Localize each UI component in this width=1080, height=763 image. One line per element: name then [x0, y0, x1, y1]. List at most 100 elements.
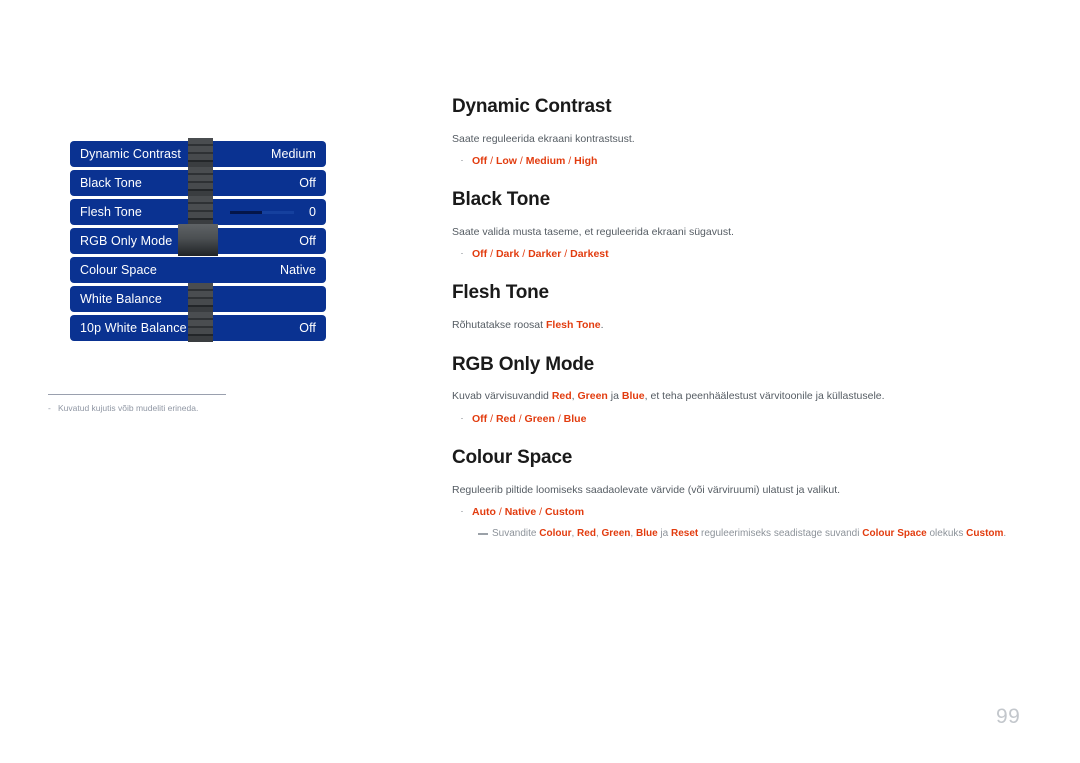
sub-note-plain: reguleerimiseks seadistage suvandi: [698, 528, 863, 539]
footnote-line: - Kuvatud kujutis võib mudeliti erineda.: [48, 403, 238, 413]
page-number: 99: [996, 705, 1021, 728]
option-separator: /: [565, 155, 575, 168]
section-description: Reguleerib piltide loomiseks saadaolevat…: [452, 483, 841, 496]
sub-note-plain: Suvandite: [492, 528, 540, 539]
osd-row-value: Off: [299, 321, 316, 335]
osd-knob-icon: [188, 283, 213, 313]
footnote-dash: -: [48, 403, 51, 413]
option-bullet: · Off / Red / Green / Blue: [452, 412, 1012, 426]
description-text: , et teha peenhäälestust värvitoonile ja…: [644, 390, 885, 403]
sub-note-plain: .: [1003, 528, 1007, 539]
sub-note-plain: olekuks: [926, 528, 967, 539]
osd-row-value: Native: [279, 263, 316, 277]
osd-row-label: Black Tone: [80, 176, 142, 190]
manual-section: RGB Only Mode Kuvab värvisuvandid Red, Gr…: [452, 353, 1012, 426]
option-separator: /: [519, 248, 529, 261]
section-description: Rõhutatakse roosat Flesh Tone.: [452, 318, 1012, 332]
option-value: Off: [472, 412, 488, 425]
option-bullet: · Off / Dark / Darker / Darkest: [452, 247, 1012, 261]
description-highlight: Green: [577, 390, 608, 403]
sub-note-highlight: Red: [577, 528, 596, 539]
osd-knob-icon: [188, 312, 213, 342]
option-value: Off: [472, 155, 488, 168]
sub-note-highlight: Blue: [635, 528, 658, 539]
option-value: Medium: [525, 155, 566, 168]
sub-note-dash-icon: [478, 528, 492, 535]
osd-slider-track[interactable]: [230, 211, 294, 214]
option-value: Darkest: [570, 248, 609, 261]
option-bullet: · Off / Low / Medium / High: [452, 154, 1012, 168]
osd-knob-icon: [178, 224, 218, 256]
osd-row-value: Medium: [270, 147, 316, 161]
osd-row[interactable]: Dynamic Contrast Medium: [70, 138, 326, 168]
option-separator: /: [487, 155, 496, 168]
option-value: Dark: [495, 248, 520, 261]
bullet-dot-icon: ·: [460, 248, 464, 259]
section-description: Saate reguleerida ekraani kontrastsust.: [452, 132, 635, 145]
description-text: .: [600, 319, 604, 332]
option-value: High: [574, 155, 598, 168]
osd-row[interactable]: Colour Space Native: [70, 257, 326, 283]
footnote-divider: [48, 394, 226, 395]
option-value: Red: [495, 412, 516, 425]
sub-note-highlight: Custom: [966, 528, 1004, 539]
option-value: Off: [472, 248, 488, 261]
manual-section: Dynamic Contrast Saate reguleerida ekraan…: [452, 96, 1012, 168]
option-separator: /: [554, 412, 564, 425]
option-separator: /: [487, 412, 496, 425]
sub-note-highlight: Colour Space: [862, 528, 927, 539]
manual-section: Black Tone Saate valida musta taseme, et …: [452, 189, 1012, 261]
osd-row[interactable]: 10p White Balance Off: [70, 312, 326, 342]
option-value: Green: [524, 412, 555, 425]
osd-row-label: Dynamic Contrast: [80, 147, 181, 161]
sub-note-highlight: Green: [601, 528, 631, 539]
option-value: Blue: [563, 412, 587, 425]
sub-note: Suvandite Colour, Red, Green, Blue ja Re…: [478, 527, 1012, 541]
osd-slider-fill: [230, 211, 262, 214]
option-list: Off / Dark / Darker / Darkest: [472, 247, 609, 261]
description-highlight: Flesh Tone: [545, 319, 601, 332]
option-list: Auto / Native / Custom: [472, 505, 584, 519]
sub-note-text: Suvandite Colour, Red, Green, Blue ja Re…: [492, 527, 1006, 541]
manual-section: Colour Space Reguleerib piltide loomiseks…: [452, 446, 1012, 541]
option-list: Off / Red / Green / Blue: [472, 412, 586, 426]
description-text: Rõhutatakse roosat: [452, 319, 546, 332]
osd-row-label: Flesh Tone: [80, 205, 142, 219]
osd-knob-icon: [188, 167, 213, 197]
section-description: Saate valida musta taseme, et reguleerid…: [452, 226, 734, 239]
osd-row[interactable]: White Balance: [70, 283, 326, 313]
bullet-dot-icon: ·: [460, 505, 464, 516]
option-separator: /: [495, 505, 505, 518]
option-value: Native: [504, 505, 537, 518]
bullet-dot-icon: ·: [460, 155, 464, 166]
sub-note-highlight: Colour: [539, 528, 572, 539]
option-value: Darker: [528, 248, 562, 261]
manual-section: Flesh Tone Rõhutatakse roosat Flesh Tone.: [452, 283, 1012, 332]
osd-row[interactable]: Flesh Tone 0: [70, 196, 326, 226]
option-value: Low: [495, 155, 517, 168]
sub-note-highlight: Reset: [671, 528, 699, 539]
option-separator: /: [516, 155, 526, 168]
bullet-dot-icon: ·: [460, 412, 464, 423]
option-value: Custom: [544, 505, 585, 518]
section-description: Kuvab värvisuvandid Red, Green ja Blue, …: [452, 389, 1012, 403]
description-highlight: Red: [551, 390, 572, 403]
section-heading: RGB Only Mode: [452, 353, 595, 375]
description-text: Kuvab värvisuvandid: [452, 390, 552, 403]
footnote-text: Kuvatud kujutis võib mudeliti erineda.: [58, 403, 199, 413]
option-list: Off / Low / Medium / High: [472, 154, 597, 168]
option-bullet: · Auto / Native / Custom: [452, 505, 1012, 519]
option-separator: /: [515, 412, 525, 425]
manual-content: Dynamic Contrast Saate reguleerida ekraan…: [452, 96, 1012, 541]
osd-row[interactable]: Black Tone Off: [70, 167, 326, 197]
osd-row[interactable]: RGB Only Mode Off: [70, 224, 326, 256]
section-heading: Colour Space: [452, 446, 573, 468]
description-highlight: Blue: [621, 390, 645, 403]
option-separator: /: [561, 248, 571, 261]
osd-knob-icon: [188, 138, 213, 168]
option-separator: /: [536, 505, 545, 518]
osd-row-label: Colour Space: [80, 263, 157, 277]
sub-note-plain: ja: [657, 528, 671, 539]
description-text: ja: [607, 390, 622, 403]
osd-row-value: 0: [308, 205, 316, 219]
